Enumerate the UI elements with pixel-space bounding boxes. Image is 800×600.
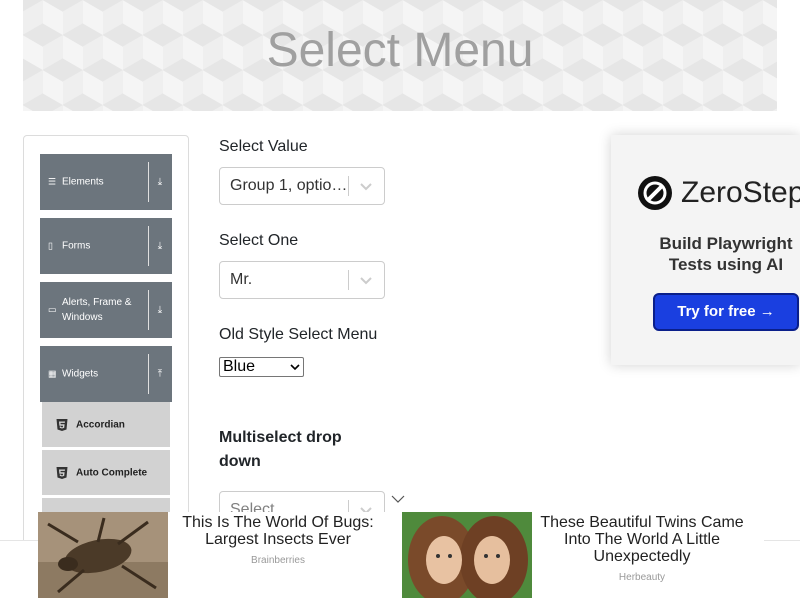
divider [348,176,349,196]
select-one-dropdown[interactable]: Mr. [219,261,385,299]
old-style-select-label: Old Style Select Menu [219,326,378,343]
chevron-down-icon[interactable] [359,180,373,192]
multiselect-label: Multiselect drop down [219,429,342,470]
sidebar-group-elements[interactable]: ☰ Elements ⤓ [40,154,172,210]
footer-ad-content: This Is The World Of Bugs: Largest Insec… [38,512,764,600]
sidebar-item-accordian[interactable]: Accordian [42,402,170,448]
sidebar-group-label: Elements [62,176,104,188]
document-icon: ▯ [48,240,53,251]
sidebar-group-widgets[interactable]: ▦ Widgets ⤒ [40,346,172,402]
footer-ad-headline-2[interactable]: These Beautiful Twins Came Into The Worl… [538,514,746,565]
download-arrow-icon: ⤓ [157,240,163,252]
divider [148,226,149,266]
sidebar-group-label: Alerts, Frame & Windows [62,297,132,323]
divider [148,290,149,330]
sidebar-group-label: Forms [62,240,91,252]
ad-brand-name: ZeroStep [681,176,800,209]
window-icon: ▭ [48,304,57,315]
hamburger-icon: ☰ [48,176,57,187]
select-one-current: Mr. [230,271,253,288]
footer-ad-headline-1[interactable]: This Is The World Of Bugs: Largest Insec… [174,514,382,548]
select-one-label: Select One [219,232,299,249]
chevron-down-icon [290,364,300,371]
footer-ad-source-2: Herbeauty [618,572,666,583]
sidebar-item-auto-complete[interactable]: Auto Complete [42,450,170,496]
upload-arrow-icon: ⤒ [157,368,163,380]
divider [348,270,349,290]
header-banner: Select Menu [23,0,777,111]
divider [148,162,149,202]
chevron-down-icon[interactable] [391,494,405,504]
select-value-dropdown[interactable]: Group 1, option 1 [219,167,385,205]
zerostep-ad[interactable]: ZeroStep Build Playwright Tests using AI… [611,135,800,365]
water-bug-image[interactable] [38,512,168,598]
download-arrow-icon: ⤓ [157,304,163,316]
grid-icon: ▦ [48,368,57,379]
sidebar-group-alerts[interactable]: ▭ Alerts, Frame & Windows ⤓ [40,282,172,338]
page-title: Select Menu [266,24,534,77]
sidebar-group-label: Widgets [62,368,99,380]
html5-icon [56,418,68,431]
twins-image[interactable] [402,512,532,598]
sidebar-item-label: Auto Complete [76,467,148,478]
sidebar-group-forms[interactable]: ▯ Forms ⤓ [40,218,172,274]
html5-icon [56,466,68,479]
old-style-select-value: Blue [223,358,256,375]
divider [148,354,149,394]
sidebar-item-label: Accordian [76,419,125,430]
zerostep-logo-icon [638,176,672,210]
select-value-current: Group 1, option 1 [230,177,350,194]
select-value-label: Select Value [219,138,308,155]
old-style-select[interactable]: Blue [219,357,304,377]
chevron-down-icon[interactable] [359,274,373,286]
ad-tagline: Build Playwright Tests using AI [659,234,793,274]
try-for-free-button[interactable]: Try for free → [653,293,799,331]
footer-ad-source-1: Brainberries [251,555,305,566]
download-arrow-icon: ⤓ [157,176,163,188]
page: Select Menu ☰ Elements ⤓ ▯ Forms ⤓ ▭ Ale… [0,0,800,600]
